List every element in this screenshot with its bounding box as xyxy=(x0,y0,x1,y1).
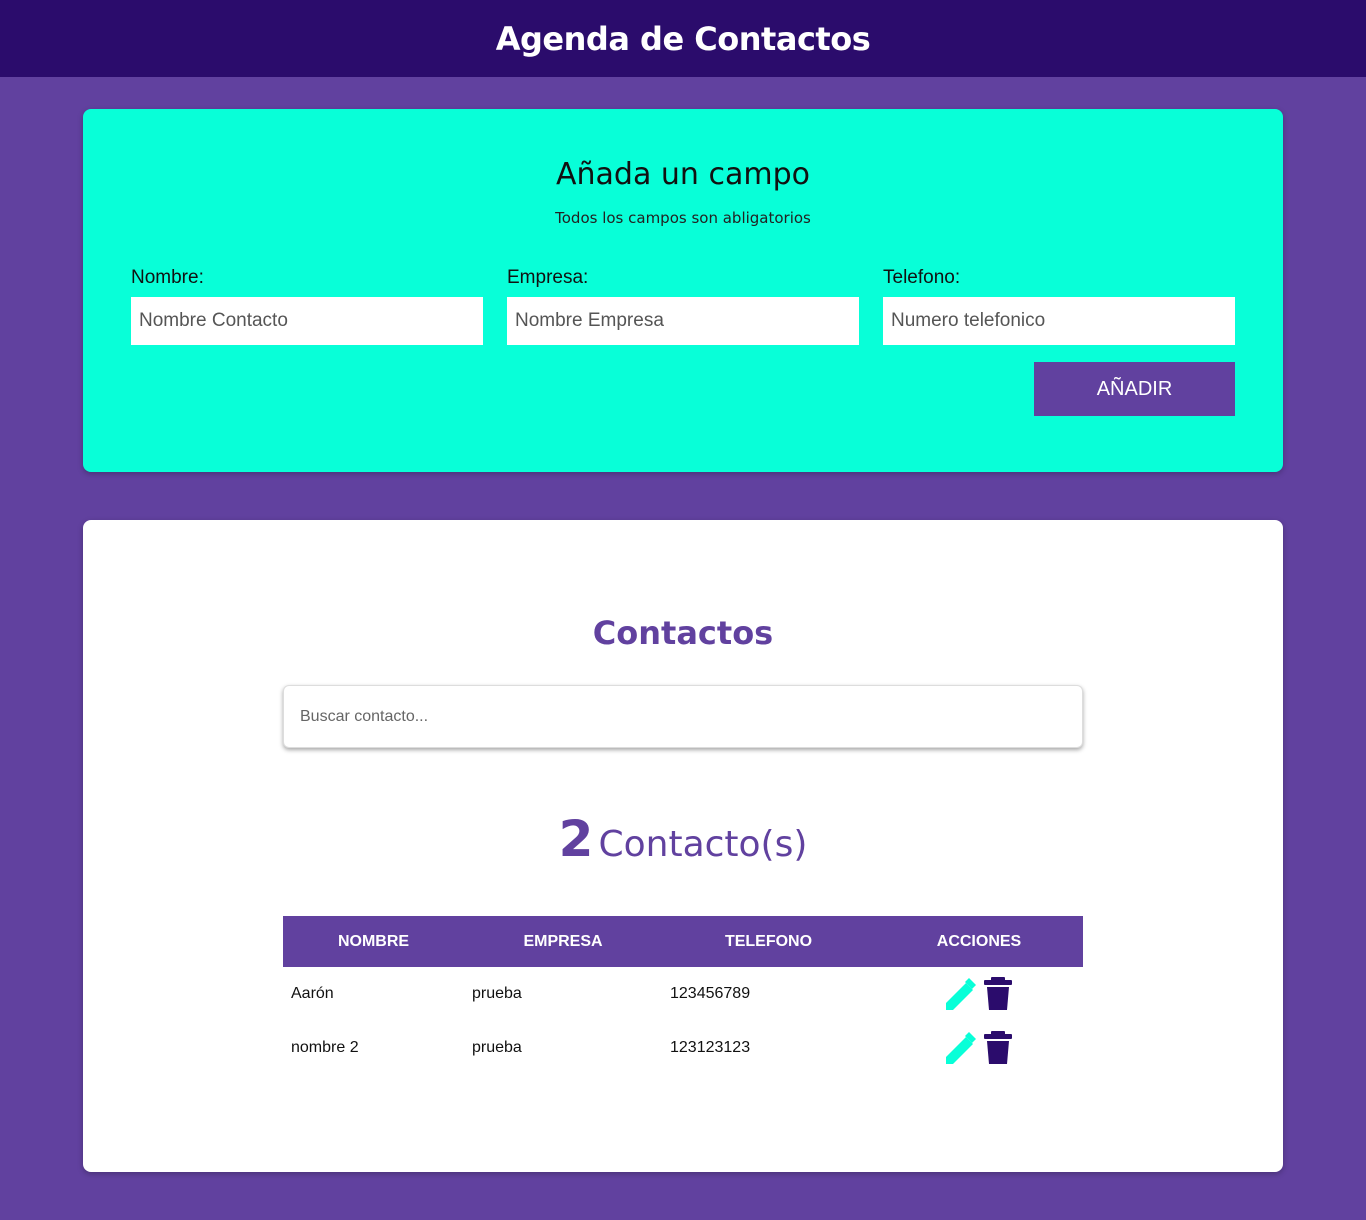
cell-telefono: 123456789 xyxy=(670,985,751,1002)
empresa-input[interactable] xyxy=(507,297,859,345)
nombre-input[interactable] xyxy=(131,297,483,345)
header-nombre: NOMBRE xyxy=(337,932,410,950)
cell-acciones xyxy=(875,967,1083,1021)
table-row: nombre 2 prueba 123123123 xyxy=(283,1021,1083,1075)
pencil-icon[interactable] xyxy=(943,976,977,1012)
cell-nombre: Aarón xyxy=(291,985,334,1002)
contact-count: 2 Contacto(s) xyxy=(83,810,1283,868)
telefono-input[interactable] xyxy=(883,297,1235,345)
telefono-field-group: Telefono: xyxy=(883,267,1235,345)
cell-empresa: prueba xyxy=(472,1039,522,1056)
contact-count-number: 2 xyxy=(558,810,594,868)
trash-icon[interactable] xyxy=(981,976,1015,1012)
contact-count-label: Contacto(s) xyxy=(598,824,808,865)
empresa-label: Empresa: xyxy=(507,267,589,288)
contacts-table: NOMBRE EMPRESA TELEFONO ACCIONES Aarón p… xyxy=(283,916,1083,1075)
pencil-icon[interactable] xyxy=(943,1030,977,1066)
telefono-label: Telefono: xyxy=(883,267,961,288)
contacts-panel: Contactos 2 Contacto(s) NOMBRE EMPRESA T… xyxy=(83,520,1283,1172)
header-empresa: EMPRESA xyxy=(523,932,603,950)
app-header: Agenda de Contactos xyxy=(0,0,1366,77)
header-telefono: TELEFONO xyxy=(724,932,813,950)
search-input[interactable] xyxy=(283,685,1083,748)
trash-icon[interactable] xyxy=(981,1030,1015,1066)
cell-nombre: nombre 2 xyxy=(291,1039,359,1056)
add-contact-form: Añada un campo Todos los campos son abli… xyxy=(83,109,1283,472)
add-button[interactable]: AÑADIR xyxy=(1034,362,1235,416)
app-title: Agenda de Contactos xyxy=(495,19,871,58)
cell-telefono: 123123123 xyxy=(670,1039,751,1056)
form-title: Añada un campo xyxy=(556,157,810,192)
empresa-field-group: Empresa: xyxy=(507,267,859,345)
cell-acciones xyxy=(875,1021,1083,1075)
table-header-row: NOMBRE EMPRESA TELEFONO ACCIONES xyxy=(283,916,1083,967)
form-subtitle: Todos los campos son abligatorios xyxy=(555,209,811,227)
nombre-field-group: Nombre: xyxy=(131,267,483,345)
header-acciones: ACCIONES xyxy=(936,932,1022,950)
cell-empresa: prueba xyxy=(472,985,522,1002)
nombre-label: Nombre: xyxy=(131,267,204,288)
table-row: Aarón prueba 123456789 xyxy=(283,967,1083,1021)
contacts-title: Contactos xyxy=(592,614,774,652)
